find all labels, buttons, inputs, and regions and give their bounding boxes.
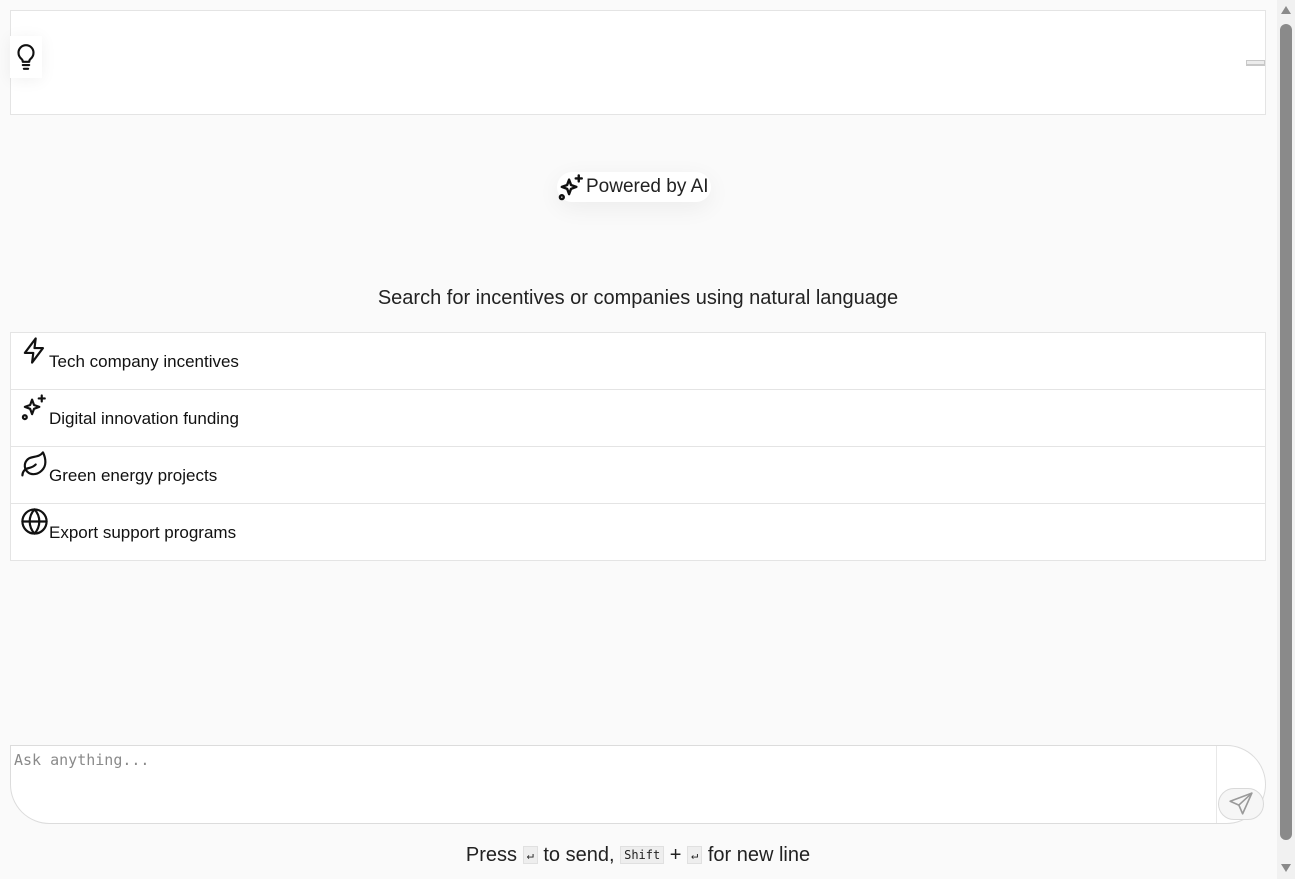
chat-input-container — [10, 745, 1266, 824]
send-icon — [1229, 792, 1253, 815]
page-scrollbar[interactable] — [1277, 0, 1295, 879]
suggestion-list: Tech company incentives Digital innovati… — [10, 332, 1266, 561]
suggestion-label: Export support programs — [49, 523, 237, 542]
scroll-up-arrow[interactable] — [1281, 6, 1291, 14]
page-subtitle: Search for incentives or companies using… — [377, 287, 899, 309]
suggestion-export-support-programs[interactable]: Export support programs — [10, 503, 1266, 561]
suggestion-label: Tech company incentives — [49, 352, 239, 371]
zap-icon — [23, 337, 45, 364]
leaf-icon — [21, 451, 47, 477]
powered-by-ai-label: Powered by AI — [586, 176, 709, 197]
powered-by-ai-badge: Powered by AI — [557, 172, 711, 202]
suggestion-label: Digital innovation funding — [49, 409, 239, 428]
suggestion-digital-innovation-funding[interactable]: Digital innovation funding — [10, 389, 1266, 447]
scroll-thumb[interactable] — [1280, 24, 1292, 840]
chat-input[interactable] — [11, 746, 1217, 823]
hint-new-line: for new line — [707, 844, 811, 866]
header-collapse-toggle[interactable] — [1246, 60, 1265, 66]
scroll-down-arrow[interactable] — [1281, 864, 1291, 872]
enter-key-newline: ↵ — [687, 846, 703, 864]
hint-press: Press — [465, 844, 517, 866]
suggestion-green-energy-projects[interactable]: Green energy projects — [10, 446, 1266, 504]
sparkles-icon — [558, 173, 583, 200]
sparkles-icon — [21, 394, 46, 421]
send-button[interactable] — [1218, 788, 1264, 820]
globe-icon — [21, 508, 48, 535]
shift-key: Shift — [620, 846, 665, 864]
header-card — [10, 10, 1266, 115]
suggestion-tech-company-incentives[interactable]: Tech company incentives — [10, 332, 1266, 390]
lightbulb-icon — [17, 44, 35, 70]
enter-key: ↵ — [522, 846, 538, 864]
hint-plus: + — [669, 844, 682, 866]
keyboard-hint: Press ↵ to send, Shift + ↵ for new line — [0, 844, 1276, 867]
suggestion-label: Green energy projects — [49, 466, 218, 485]
lightbulb-button[interactable] — [10, 36, 42, 78]
hint-to-send: to send, — [543, 844, 615, 866]
